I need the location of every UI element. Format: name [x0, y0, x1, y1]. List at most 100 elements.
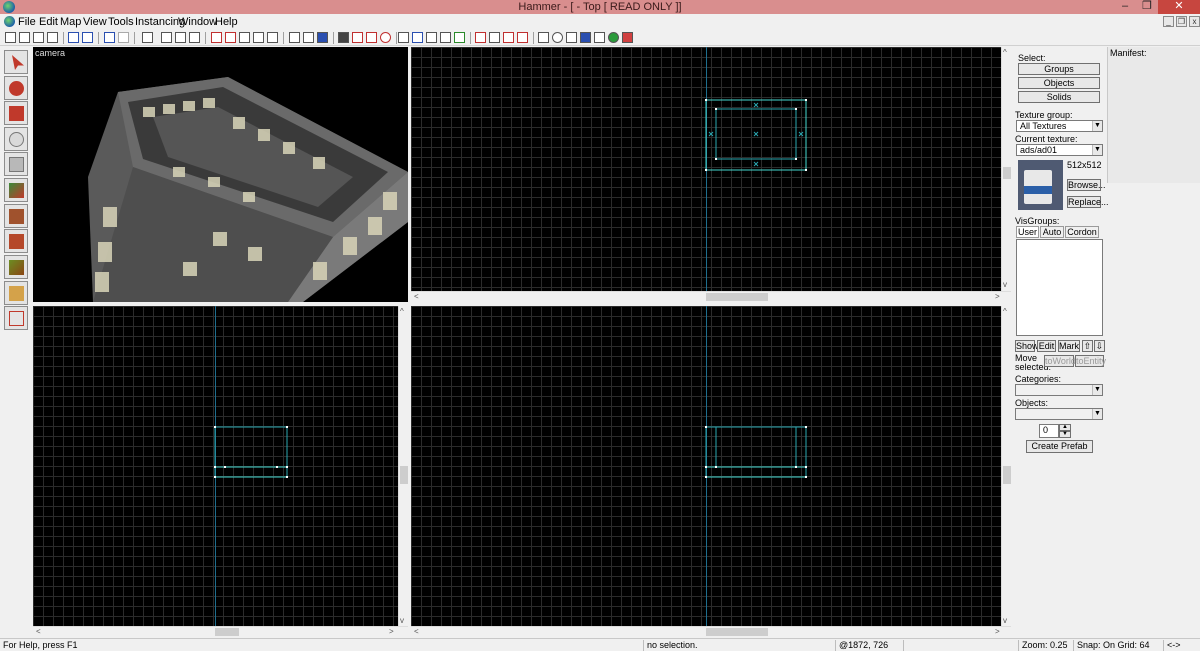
texture-lock-icon[interactable] [189, 32, 200, 43]
brush-icon[interactable] [454, 32, 465, 43]
visgroup-icon[interactable] [253, 32, 264, 43]
clip-icon[interactable] [517, 32, 528, 43]
browse-button[interactable]: Browse... [1067, 179, 1106, 191]
group-icon[interactable] [68, 32, 79, 43]
display-wireframe-icon[interactable] [352, 32, 363, 43]
magnify-icon[interactable] [412, 32, 423, 43]
texture-tool[interactable] [4, 178, 28, 202]
texture-group-select[interactable]: All Textures ▼ [1016, 120, 1103, 132]
paste-icon[interactable] [317, 32, 328, 43]
overlay-tool[interactable] [4, 255, 28, 279]
grid-smaller-icon[interactable] [33, 32, 44, 43]
tab-user[interactable]: User [1016, 226, 1039, 238]
cordon-icon[interactable] [380, 32, 391, 43]
display-textured-icon[interactable] [338, 32, 349, 43]
select-box-icon[interactable] [398, 32, 409, 43]
undo-icon[interactable] [104, 32, 115, 43]
side-2d-viewport[interactable] [411, 306, 1001, 626]
current-texture-select[interactable]: ads/ad01 ▼ [1016, 144, 1103, 156]
redo-icon[interactable] [118, 32, 129, 43]
edit-button[interactable]: Edit [1037, 340, 1056, 352]
menu-window[interactable]: Window [178, 15, 217, 29]
texture-icon[interactable] [475, 32, 486, 43]
cm-icon[interactable] [594, 32, 605, 43]
categories-select[interactable]: ▼ [1015, 384, 1103, 396]
mark-button[interactable]: Mark [1058, 340, 1080, 352]
overlay-icon[interactable] [503, 32, 514, 43]
side-vscrollbar[interactable]: ^ v [1001, 306, 1011, 626]
top-2d-viewport[interactable] [411, 47, 1001, 291]
to-entity-button[interactable]: toEntity [1075, 355, 1106, 367]
entity-icon[interactable] [440, 32, 451, 43]
decal-tool[interactable] [4, 229, 28, 253]
texture-apply-icon[interactable] [267, 32, 278, 43]
check-problems-icon[interactable] [580, 32, 591, 43]
decal-icon[interactable] [489, 32, 500, 43]
visgroups-list[interactable] [1016, 239, 1103, 336]
menu-edit[interactable]: Edit [39, 15, 58, 29]
flip-icon[interactable] [175, 32, 186, 43]
cut-icon[interactable] [289, 32, 300, 43]
menu-view[interactable]: View [83, 15, 107, 29]
maximize-button[interactable]: ❐ [1136, 0, 1158, 14]
magnify-tool[interactable] [4, 76, 28, 100]
create-prefab-button[interactable]: Create Prefab [1026, 440, 1093, 453]
hide-selected-icon[interactable] [211, 32, 222, 43]
mdi-minimize-button[interactable]: _ [1163, 16, 1174, 27]
front-vscrollbar[interactable]: ^ v [398, 306, 408, 626]
ungroup-icon[interactable] [82, 32, 93, 43]
to-world-button[interactable]: toWorld [1044, 355, 1076, 367]
move-down-button[interactable]: ⇩ [1094, 340, 1105, 352]
grid-3d-icon[interactable] [19, 32, 30, 43]
camera-icon[interactable] [426, 32, 437, 43]
camera-viewport[interactable]: camera [33, 47, 408, 302]
hide-unselected-icon[interactable] [225, 32, 236, 43]
front-2d-viewport[interactable] [33, 306, 398, 626]
select-groups-button[interactable]: Groups [1018, 63, 1100, 75]
copy-icon[interactable] [303, 32, 314, 43]
camera-tool[interactable] [4, 101, 28, 125]
mdi-close-button[interactable]: x [1189, 16, 1200, 27]
tab-cordon[interactable]: Cordon [1065, 226, 1099, 238]
objects-select[interactable]: ▼ [1015, 408, 1103, 420]
run-map-icon[interactable] [608, 32, 619, 43]
stop-icon[interactable] [622, 32, 633, 43]
show-button[interactable]: Show [1015, 340, 1039, 352]
hollow-icon[interactable] [161, 32, 172, 43]
grid-toggle-icon[interactable] [5, 32, 16, 43]
close-button[interactable]: ✕ [1158, 0, 1200, 14]
menu-help[interactable]: Help [215, 15, 238, 29]
document-icon[interactable] [4, 16, 15, 27]
display-flat-icon[interactable] [366, 32, 377, 43]
replace-button[interactable]: Replace... [1067, 196, 1109, 208]
mdi-restore-button[interactable]: ❐ [1176, 16, 1187, 27]
spin-value-field[interactable]: 0 [1039, 424, 1059, 438]
side-hscrollbar[interactable]: < > [411, 626, 1011, 636]
menu-tools[interactable]: Tools [108, 15, 134, 29]
select-objects-button[interactable]: Objects [1018, 77, 1100, 89]
select-solids-button[interactable]: Solids [1018, 91, 1100, 103]
vertex-icon[interactable] [538, 32, 549, 43]
menu-map[interactable]: Map [60, 15, 81, 29]
entity-tool[interactable] [4, 127, 28, 151]
spin-up-button[interactable]: ▲ [1059, 424, 1071, 431]
decal-icon [9, 234, 24, 249]
carve-icon[interactable] [142, 32, 153, 43]
grid-larger-icon[interactable] [47, 32, 58, 43]
tab-auto[interactable]: Auto [1040, 226, 1064, 238]
selection-tool[interactable] [4, 50, 28, 74]
compile-icon[interactable] [566, 32, 577, 43]
clipping-tool[interactable] [4, 281, 28, 305]
vertex-tool[interactable] [4, 306, 28, 330]
front-hscrollbar[interactable]: < > [33, 626, 408, 636]
show-all-icon[interactable] [239, 32, 250, 43]
top-hscrollbar[interactable]: < > [411, 291, 1011, 301]
minimize-button[interactable]: – [1114, 0, 1136, 14]
menu-file[interactable]: File [18, 15, 36, 29]
spin-down-button[interactable]: ▼ [1059, 431, 1071, 438]
block-tool[interactable] [4, 152, 28, 176]
move-up-button[interactable]: ⇧ [1082, 340, 1093, 352]
apply-texture-tool[interactable] [4, 204, 28, 228]
top-vscrollbar[interactable]: ^ v [1001, 47, 1011, 291]
path-icon[interactable] [552, 32, 563, 43]
